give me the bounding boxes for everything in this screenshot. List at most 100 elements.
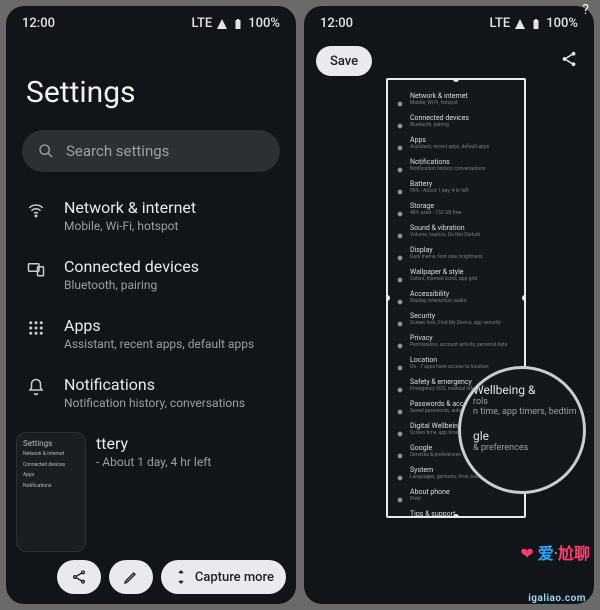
screenshot-actions: Capture more	[6, 560, 296, 594]
pencil-icon	[123, 569, 139, 585]
thumb-row: Apps	[23, 473, 79, 479]
item-sub: Notification history, conversations	[64, 396, 245, 410]
dot-icon	[396, 313, 404, 321]
settings-item-notifications[interactable]: Notifications Notification history, conv…	[6, 363, 296, 422]
expand-icon	[173, 569, 189, 585]
settings-item-apps[interactable]: Apps Assistant, recent apps, default app…	[6, 304, 296, 363]
long-item: Tips & supportHelp articles, phone & cha…	[396, 506, 516, 518]
dot-icon	[396, 335, 404, 343]
ls-title: Location	[410, 356, 489, 364]
signal-icon	[514, 18, 526, 30]
ls-title: Google	[410, 444, 461, 452]
long-item: SecurityScreen lock, Find My Device, app…	[396, 308, 516, 330]
status-bar: 12:00 LTE 100%	[304, 6, 594, 35]
item-title: Notifications	[64, 375, 245, 394]
long-item: Network & internetMobile, Wi-Fi, hotspot	[396, 88, 516, 110]
item-title: Apps	[64, 316, 254, 335]
thumb-row: Notifications	[23, 484, 79, 490]
long-item: Storage48% used - 132 GB free	[396, 198, 516, 220]
item-sub: Bluetooth, pairing	[64, 278, 199, 292]
ls-title: Apps	[410, 136, 489, 144]
long-item: NotificationsNotification history, conve…	[396, 154, 516, 176]
dot-icon	[396, 203, 404, 211]
long-item: Wallpaper & styleColors, themed icons, a…	[396, 264, 516, 286]
watermark-igaliao: ❤ 爱·尬聊	[520, 540, 590, 564]
thumb-title: Settings	[23, 439, 79, 448]
magnifier-lens: Wellbeing & rols n time, app timers, bed…	[458, 366, 586, 494]
item-sub: Mobile, Wi-Fi, hotspot	[64, 219, 196, 233]
dot-icon	[396, 291, 404, 299]
apps-icon	[26, 319, 46, 337]
settings-item-network[interactable]: Network & internet Mobile, Wi-Fi, hotspo…	[6, 186, 296, 245]
watermark-domain: igaliao.com	[528, 593, 586, 604]
item-sub: - About 1 day, 4 hr left	[96, 455, 211, 469]
long-item: PrivacyPermissions, account activity, pe…	[396, 330, 516, 352]
wifi-icon	[26, 201, 46, 219]
search-input[interactable]: Search settings	[22, 130, 280, 172]
status-time: 12:00	[22, 16, 55, 31]
ls-sub: 48% used - 132 GB free	[410, 210, 461, 216]
thumb-row: Network & internet	[23, 452, 79, 458]
ls-sub: Permissions, account activity, personal …	[410, 342, 507, 348]
heart-icon: ❤	[520, 544, 533, 563]
dot-icon	[396, 423, 404, 431]
ls-sub: Dark theme, font size, brightness	[410, 254, 483, 260]
ls-sub: Services & preferences	[410, 452, 461, 458]
capture-more-button[interactable]: Capture more	[161, 560, 286, 594]
phone-right-editor: 12:00 LTE 100% Save Network & internetMo…	[304, 6, 594, 604]
dot-icon	[396, 357, 404, 365]
item-title: Network & internet	[64, 198, 196, 217]
ls-sub: Display, interaction, audio	[410, 298, 466, 304]
ls-sub: Mobile, Wi-Fi, hotspot	[410, 100, 468, 106]
status-net: LTE	[490, 16, 511, 31]
dot-icon	[396, 401, 404, 409]
share-icon	[560, 50, 578, 68]
search-placeholder: Search settings	[66, 142, 169, 160]
watermark-q: ?	[582, 2, 590, 18]
long-item: AppsAssistant, recent apps, default apps	[396, 132, 516, 154]
devices-icon	[26, 260, 46, 278]
ls-sub: 99% - About 1 day, 4 hr left	[410, 188, 469, 194]
ls-title: Privacy	[410, 334, 507, 342]
capture-more-label: Capture more	[195, 570, 274, 585]
battery-icon	[232, 18, 244, 30]
dot-icon	[396, 115, 404, 123]
save-button[interactable]: Save	[316, 46, 372, 76]
ls-title: Accessibility	[410, 290, 466, 298]
crop-handle-right[interactable]	[522, 295, 526, 301]
dot-icon	[396, 269, 404, 277]
status-time: 12:00	[320, 16, 353, 31]
ls-sub: Bluetooth, pairing	[410, 122, 469, 128]
ls-sub: Pixel	[410, 496, 450, 502]
mag-sub: rols	[473, 397, 577, 407]
crop-handle-top[interactable]	[453, 78, 459, 82]
share-button[interactable]	[57, 560, 101, 594]
ls-sub: Colors, themed icons, app grid	[410, 276, 477, 282]
search-icon	[38, 143, 54, 159]
ls-title: About phone	[410, 488, 450, 496]
battery-icon	[530, 18, 542, 30]
item-title: Connected devices	[64, 257, 199, 276]
dot-icon	[396, 159, 404, 167]
long-item: AccessibilityDisplay, interaction, audio	[396, 286, 516, 308]
screenshot-thumbnail[interactable]: Settings Network & internet Connected de…	[16, 432, 86, 552]
settings-item-connected[interactable]: Connected devices Bluetooth, pairing	[6, 245, 296, 304]
edit-button[interactable]	[109, 560, 153, 594]
ls-title: Notifications	[410, 158, 485, 166]
share-icon	[71, 569, 87, 585]
share-button[interactable]	[560, 50, 578, 72]
ls-title: Battery	[410, 180, 469, 188]
long-item: Battery99% - About 1 day, 4 hr left	[396, 176, 516, 198]
ls-title: Connected devices	[410, 114, 469, 122]
ls-title: Tips & support	[410, 510, 469, 518]
crop-handle-left[interactable]	[386, 295, 390, 301]
mag-sub: n time, app timers, bedtim	[473, 407, 577, 417]
mag-title: Wellbeing &	[473, 383, 577, 397]
ls-sub: Screen lock, Find My Device, app securit…	[410, 320, 501, 326]
ls-sub: Volume, haptics, Do Not Disturb	[410, 232, 480, 238]
dot-icon	[396, 181, 404, 189]
dot-icon	[396, 379, 404, 387]
dot-icon	[396, 511, 404, 518]
phone-left-settings: 12:00 LTE 100% Settings Search settings …	[6, 6, 296, 604]
mag-title: gle	[473, 429, 577, 443]
